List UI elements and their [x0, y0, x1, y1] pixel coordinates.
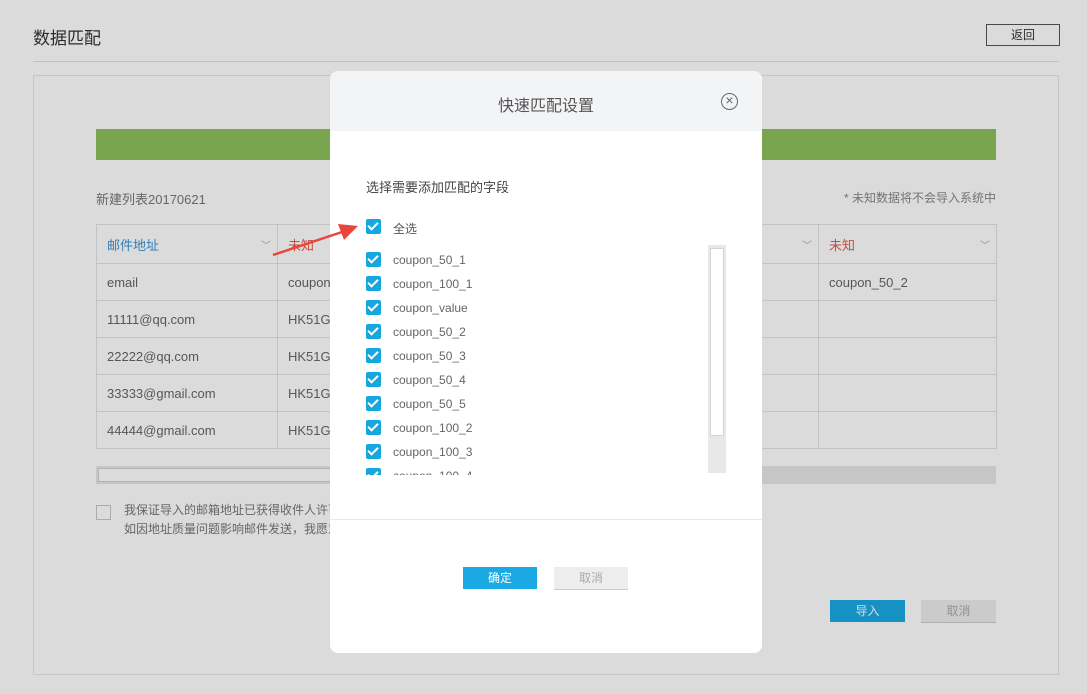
field-label: coupon_50_1: [393, 253, 466, 267]
dialog-divider: [330, 519, 762, 520]
field-checkbox[interactable]: [366, 468, 381, 475]
field-checkbox[interactable]: [366, 324, 381, 339]
field-checkbox[interactable]: [366, 300, 381, 315]
quick-match-dialog: 快速匹配设置 × 选择需要添加匹配的字段 全选 coupon_50_1 coup…: [330, 71, 762, 653]
field-label: coupon_value: [393, 301, 468, 315]
field-checkbox[interactable]: [366, 444, 381, 459]
field-checkbox[interactable]: [366, 348, 381, 363]
field-label: coupon_50_4: [393, 373, 466, 387]
select-all-label: 全选: [393, 222, 418, 236]
scrollbar-thumb[interactable]: [710, 248, 724, 436]
close-icon[interactable]: ×: [721, 93, 738, 110]
select-all-checkbox[interactable]: [366, 219, 381, 234]
field-label: coupon_50_2: [393, 325, 466, 339]
field-checkbox[interactable]: [366, 420, 381, 435]
field-checkbox[interactable]: [366, 252, 381, 267]
vertical-scrollbar[interactable]: [708, 245, 726, 473]
dialog-title: 快速匹配设置: [497, 98, 594, 115]
confirm-button[interactable]: 确定: [463, 567, 537, 589]
field-label: coupon_50_3: [393, 349, 466, 363]
field-checkbox[interactable]: [366, 372, 381, 387]
field-label: coupon_100_4: [393, 469, 472, 475]
field-label: coupon_100_1: [393, 277, 473, 291]
field-checkbox[interactable]: [366, 396, 381, 411]
dialog-subtitle: 选择需要添加匹配的字段: [366, 180, 510, 195]
dialog-cancel-button[interactable]: 取消: [554, 567, 628, 590]
dialog-header: 快速匹配设置 ×: [330, 71, 762, 131]
field-label: coupon_100_3: [393, 445, 473, 459]
field-label: coupon_100_2: [393, 421, 473, 435]
field-label: coupon_50_5: [393, 397, 466, 411]
field-checkbox[interactable]: [366, 276, 381, 291]
annotation-arrow-icon: [272, 224, 358, 257]
field-list: coupon_50_1 coupon_100_1 coupon_value co…: [366, 249, 696, 475]
